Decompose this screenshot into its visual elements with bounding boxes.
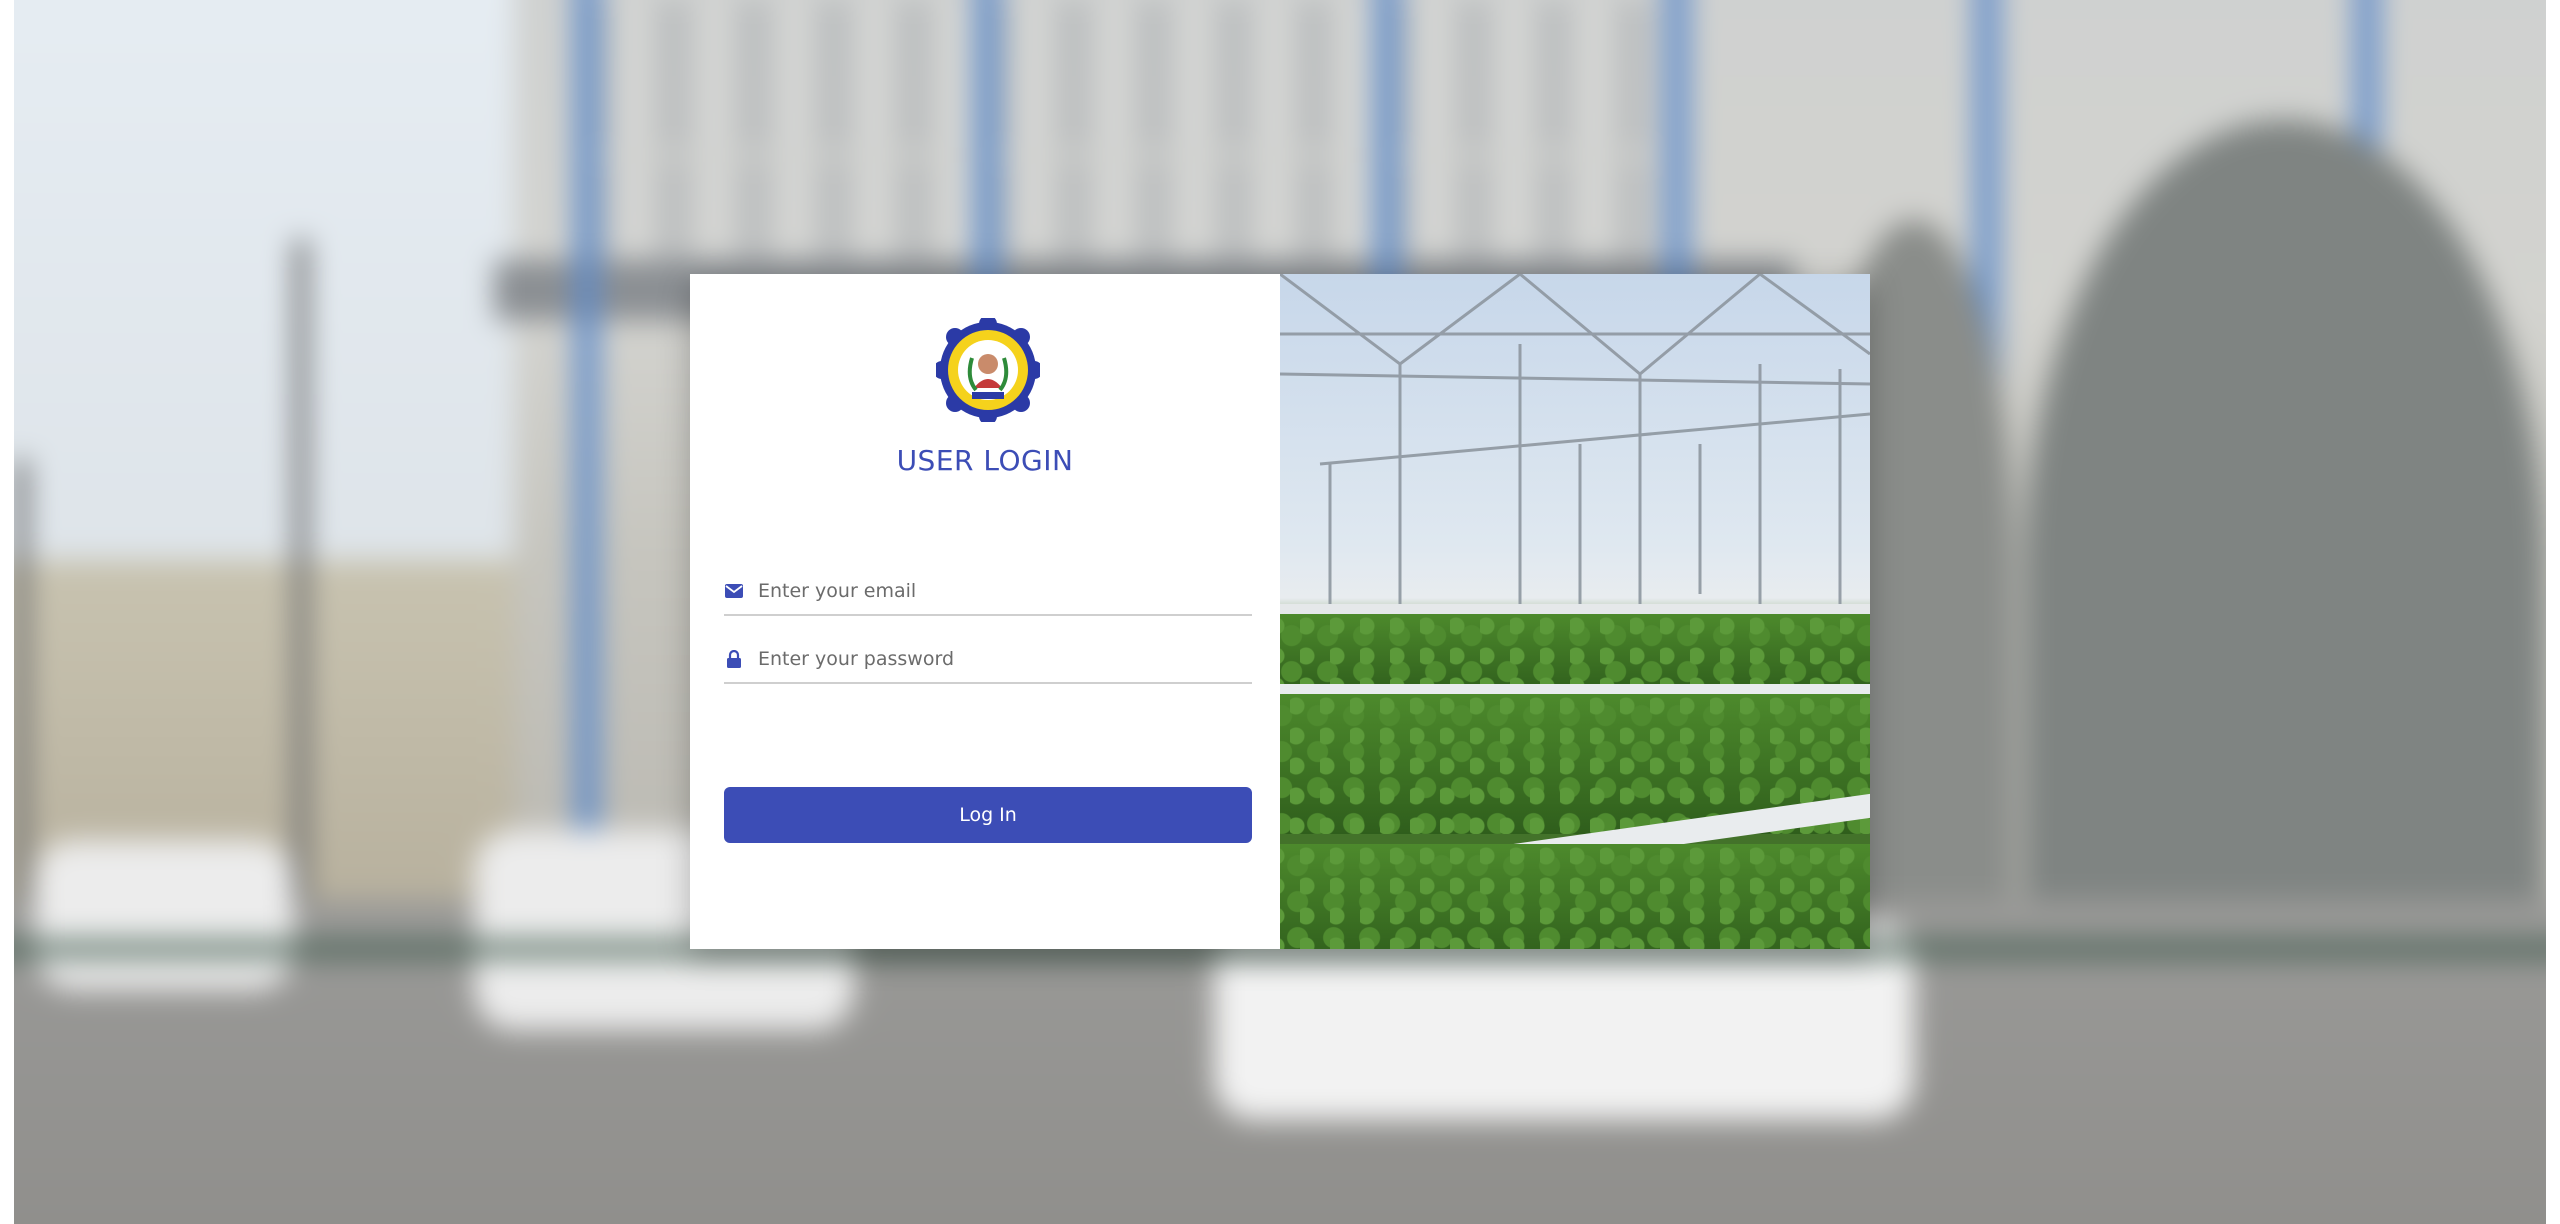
page-title: USER LOGIN bbox=[896, 444, 1074, 477]
password-input[interactable] bbox=[758, 648, 1252, 670]
school-seal-logo bbox=[933, 315, 1043, 425]
email-field-wrapper bbox=[724, 568, 1252, 616]
greenhouse-image bbox=[1280, 274, 1870, 949]
lock-icon bbox=[724, 649, 744, 669]
password-field-wrapper bbox=[724, 636, 1252, 684]
login-panel: USER LOGIN Log In bbox=[690, 274, 1280, 949]
login-button[interactable]: Log In bbox=[724, 787, 1252, 843]
login-card: USER LOGIN Log In bbox=[690, 274, 1870, 949]
envelope-icon bbox=[724, 581, 744, 601]
email-input[interactable] bbox=[758, 580, 1252, 602]
